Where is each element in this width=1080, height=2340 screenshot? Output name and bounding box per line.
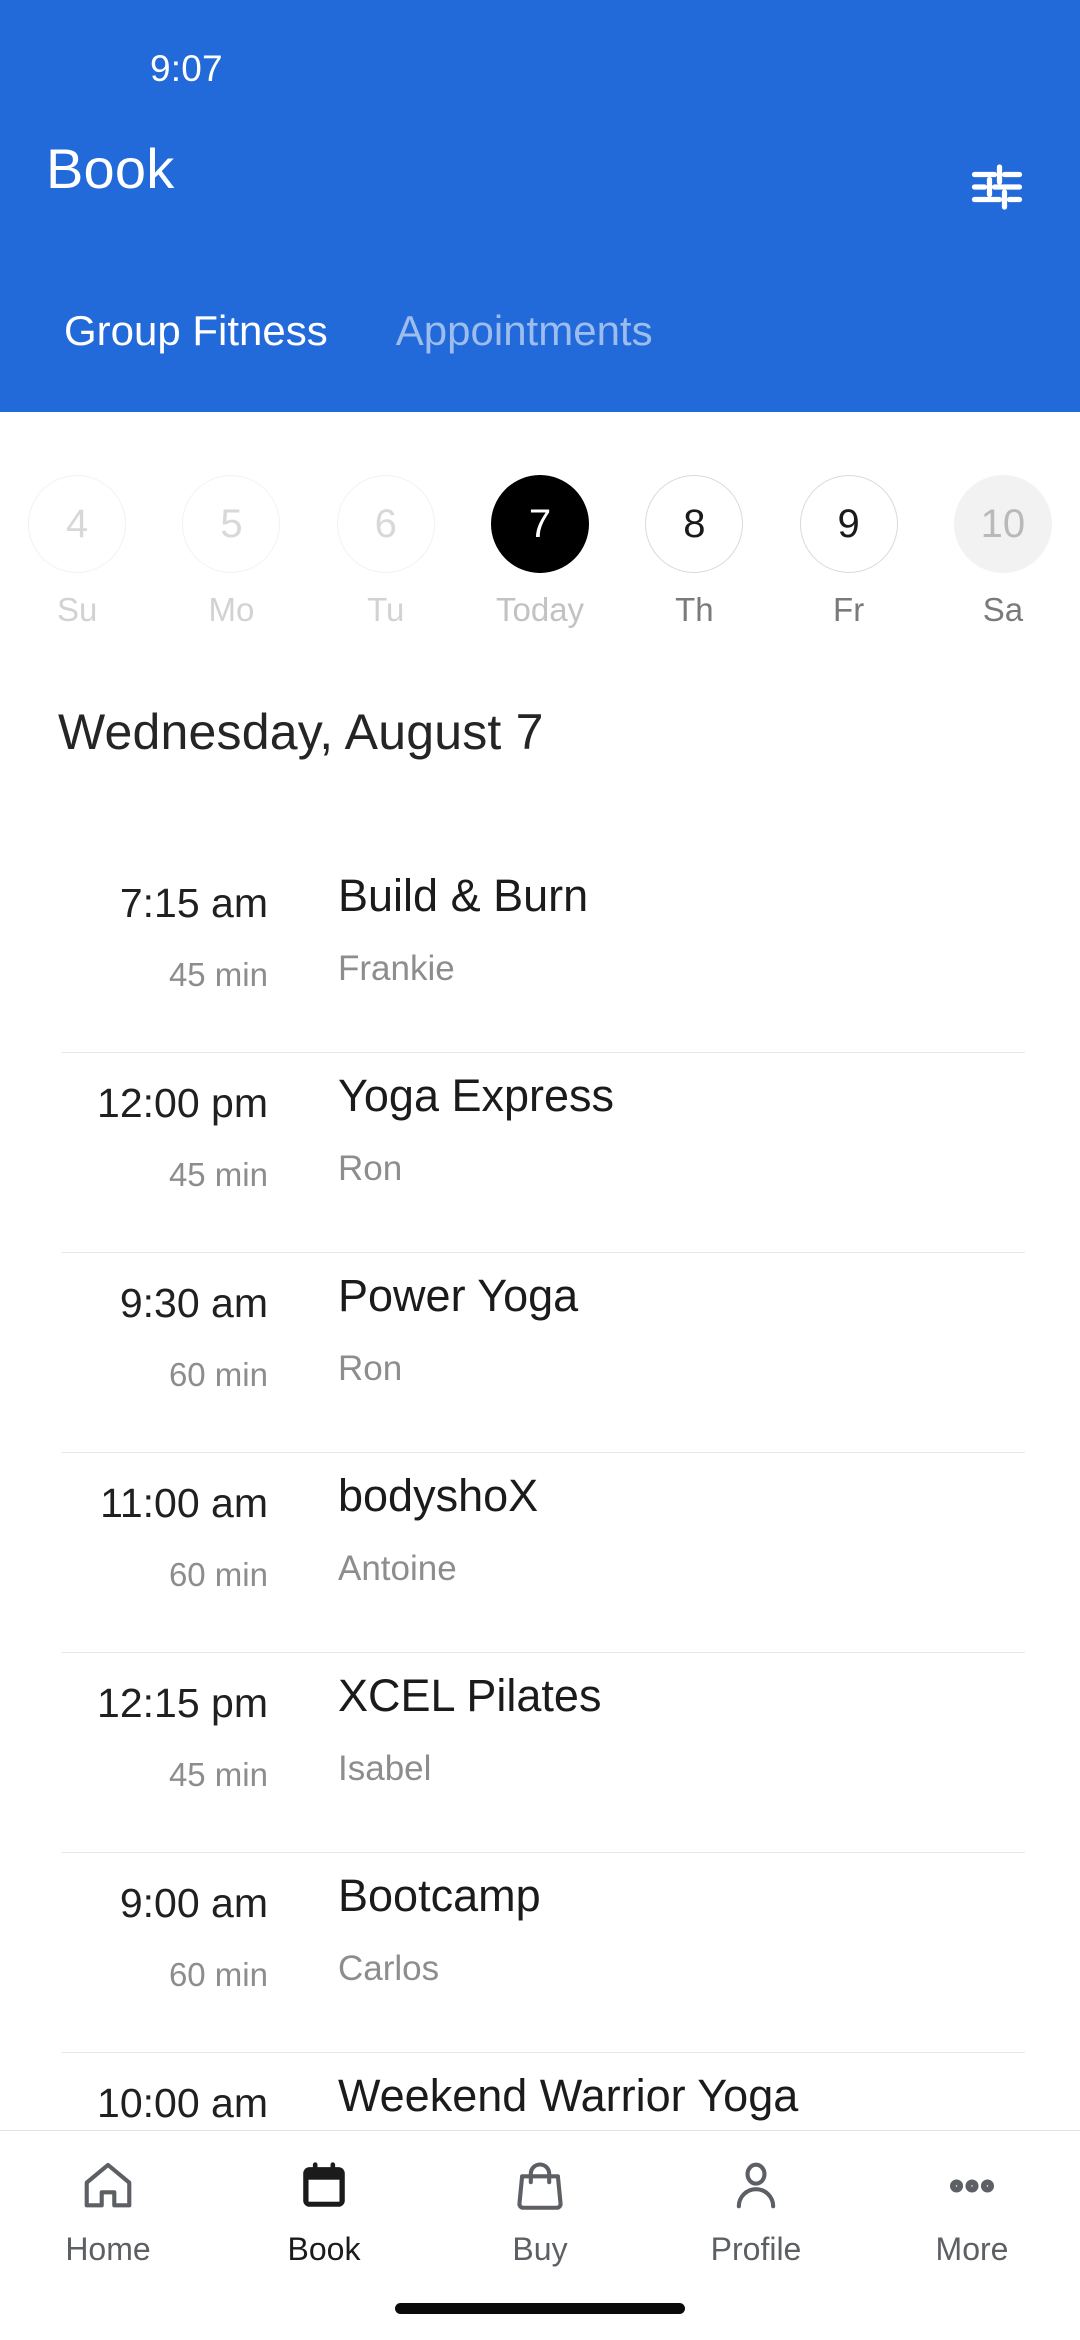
class-time: 9:00 am — [119, 1880, 268, 1926]
filter-button[interactable] — [958, 148, 1036, 226]
person-icon — [727, 2155, 785, 2217]
nav-item-profile[interactable]: Profile — [648, 2131, 864, 2268]
bag-icon — [511, 2155, 569, 2217]
class-instructor: Ron — [338, 1349, 403, 1388]
page-title: Book — [46, 137, 175, 200]
class-instructor: Carlos — [338, 1949, 440, 1988]
date-circle: 7 — [491, 475, 590, 573]
class-time: 12:15 pm — [97, 1680, 268, 1726]
app-bar: Book — [0, 120, 1080, 260]
class-instructor: Antoine — [338, 1549, 457, 1588]
class-duration: 60 min — [168, 1356, 268, 1393]
class-duration: 45 min — [168, 956, 268, 993]
class-time: 10:00 am — [97, 2080, 268, 2126]
home-icon — [79, 2155, 137, 2217]
class-time: 12:00 pm — [97, 1080, 268, 1126]
class-time: 7:15 am — [119, 880, 268, 926]
class-time: 11:00 am — [100, 1480, 268, 1526]
date-selector[interactable]: 4 Su 5 Mo 6 Tu 7 Today 8 Th 9 Fr 10 Sa — [0, 412, 1080, 657]
class-time: 9:30 am — [119, 1280, 268, 1326]
status-bar: 9:07 — [0, 0, 1080, 120]
class-name: XCEL Pilates — [338, 1670, 602, 1721]
ellipsis-icon — [943, 2155, 1001, 2217]
date-weekday-label: Today — [496, 591, 585, 628]
tab-group-fitness[interactable]: Group Fitness — [30, 300, 362, 352]
nav-item-buy[interactable]: Buy — [432, 2131, 648, 2268]
date-cell-8[interactable]: 8 Th — [617, 412, 771, 629]
day-heading: Wednesday, August 7 — [58, 704, 544, 760]
calendar-icon — [295, 2155, 353, 2217]
date-circle: 5 — [182, 475, 281, 573]
nav-item-more[interactable]: More — [864, 2131, 1080, 2268]
class-row[interactable]: 12:00 pm 45 min Yoga Express Ron — [0, 1052, 1080, 1252]
home-indicator — [395, 2303, 685, 2314]
class-name: bodyshoX — [338, 1470, 539, 1521]
class-name: Build & Burn — [338, 870, 589, 921]
class-list[interactable]: 7:15 am 45 min Build & Burn Frankie 12:0… — [0, 852, 1080, 2340]
class-instructor: Ron — [338, 1149, 403, 1188]
date-weekday-label: Tu — [367, 591, 405, 628]
date-circle: 6 — [336, 475, 435, 573]
class-name: Weekend Warrior Yoga — [338, 2070, 799, 2121]
class-name: Power Yoga — [338, 1270, 579, 1321]
class-duration: 45 min — [168, 1156, 268, 1193]
date-cell-9[interactable]: 9 Fr — [771, 412, 925, 629]
nav-item-home[interactable]: Home — [0, 2131, 216, 2268]
app-header: 9:07 Book Group Fitness Appointments — [0, 0, 1080, 412]
class-instructor: Frankie — [338, 949, 455, 988]
class-instructor: Isabel — [338, 1749, 432, 1788]
nav-item-label: Buy — [512, 2231, 568, 2267]
nav-item-book[interactable]: Book — [216, 2131, 432, 2268]
class-row[interactable]: 9:30 am 60 min Power Yoga Ron — [0, 1252, 1080, 1452]
class-row[interactable]: 9:00 am 60 min Bootcamp Carlos — [0, 1852, 1080, 2052]
date-cell-6[interactable]: 6 Tu — [309, 412, 463, 629]
class-row[interactable]: 11:00 am 60 min bodyshoX Antoine — [0, 1452, 1080, 1652]
class-row[interactable]: 7:15 am 45 min Build & Burn Frankie — [0, 852, 1080, 1052]
nav-item-label: Book — [287, 2231, 361, 2267]
nav-item-label: More — [935, 2231, 1009, 2267]
app-screen: 9:07 Book Group Fitness Appointments 4 S… — [0, 0, 1080, 2340]
date-weekday-label: Fr — [833, 591, 865, 628]
nav-item-label: Profile — [710, 2231, 802, 2267]
date-cell-7[interactable]: 7 Today — [463, 412, 617, 629]
class-duration: 60 min — [168, 1956, 268, 1993]
status-bar-clock: 9:07 — [150, 48, 223, 89]
date-circle: 10 — [953, 475, 1052, 573]
date-cell-5[interactable]: 5 Mo — [154, 412, 308, 629]
class-duration: 45 min — [168, 1756, 268, 1793]
date-weekday-label: Sa — [982, 591, 1024, 628]
class-row[interactable]: 12:15 pm 45 min XCEL Pilates Isabel — [0, 1652, 1080, 1852]
date-weekday-label: Th — [675, 591, 714, 628]
class-name: Yoga Express — [338, 1070, 615, 1121]
nav-item-label: Home — [65, 2231, 151, 2267]
date-circle: 9 — [799, 475, 898, 573]
date-weekday-label: Mo — [208, 591, 255, 628]
class-duration: 60 min — [168, 1556, 268, 1593]
class-name: Bootcamp — [338, 1870, 541, 1921]
date-circle: 4 — [28, 475, 127, 573]
tab-appointments[interactable]: Appointments — [362, 300, 687, 352]
date-cell-10[interactable]: 10 Sa — [926, 412, 1080, 629]
date-cell-4[interactable]: 4 Su — [0, 412, 154, 629]
tab-bar: Group Fitness Appointments — [0, 300, 1080, 412]
tune-icon — [967, 157, 1027, 217]
date-weekday-label: Su — [56, 591, 98, 628]
date-circle: 8 — [645, 475, 744, 573]
